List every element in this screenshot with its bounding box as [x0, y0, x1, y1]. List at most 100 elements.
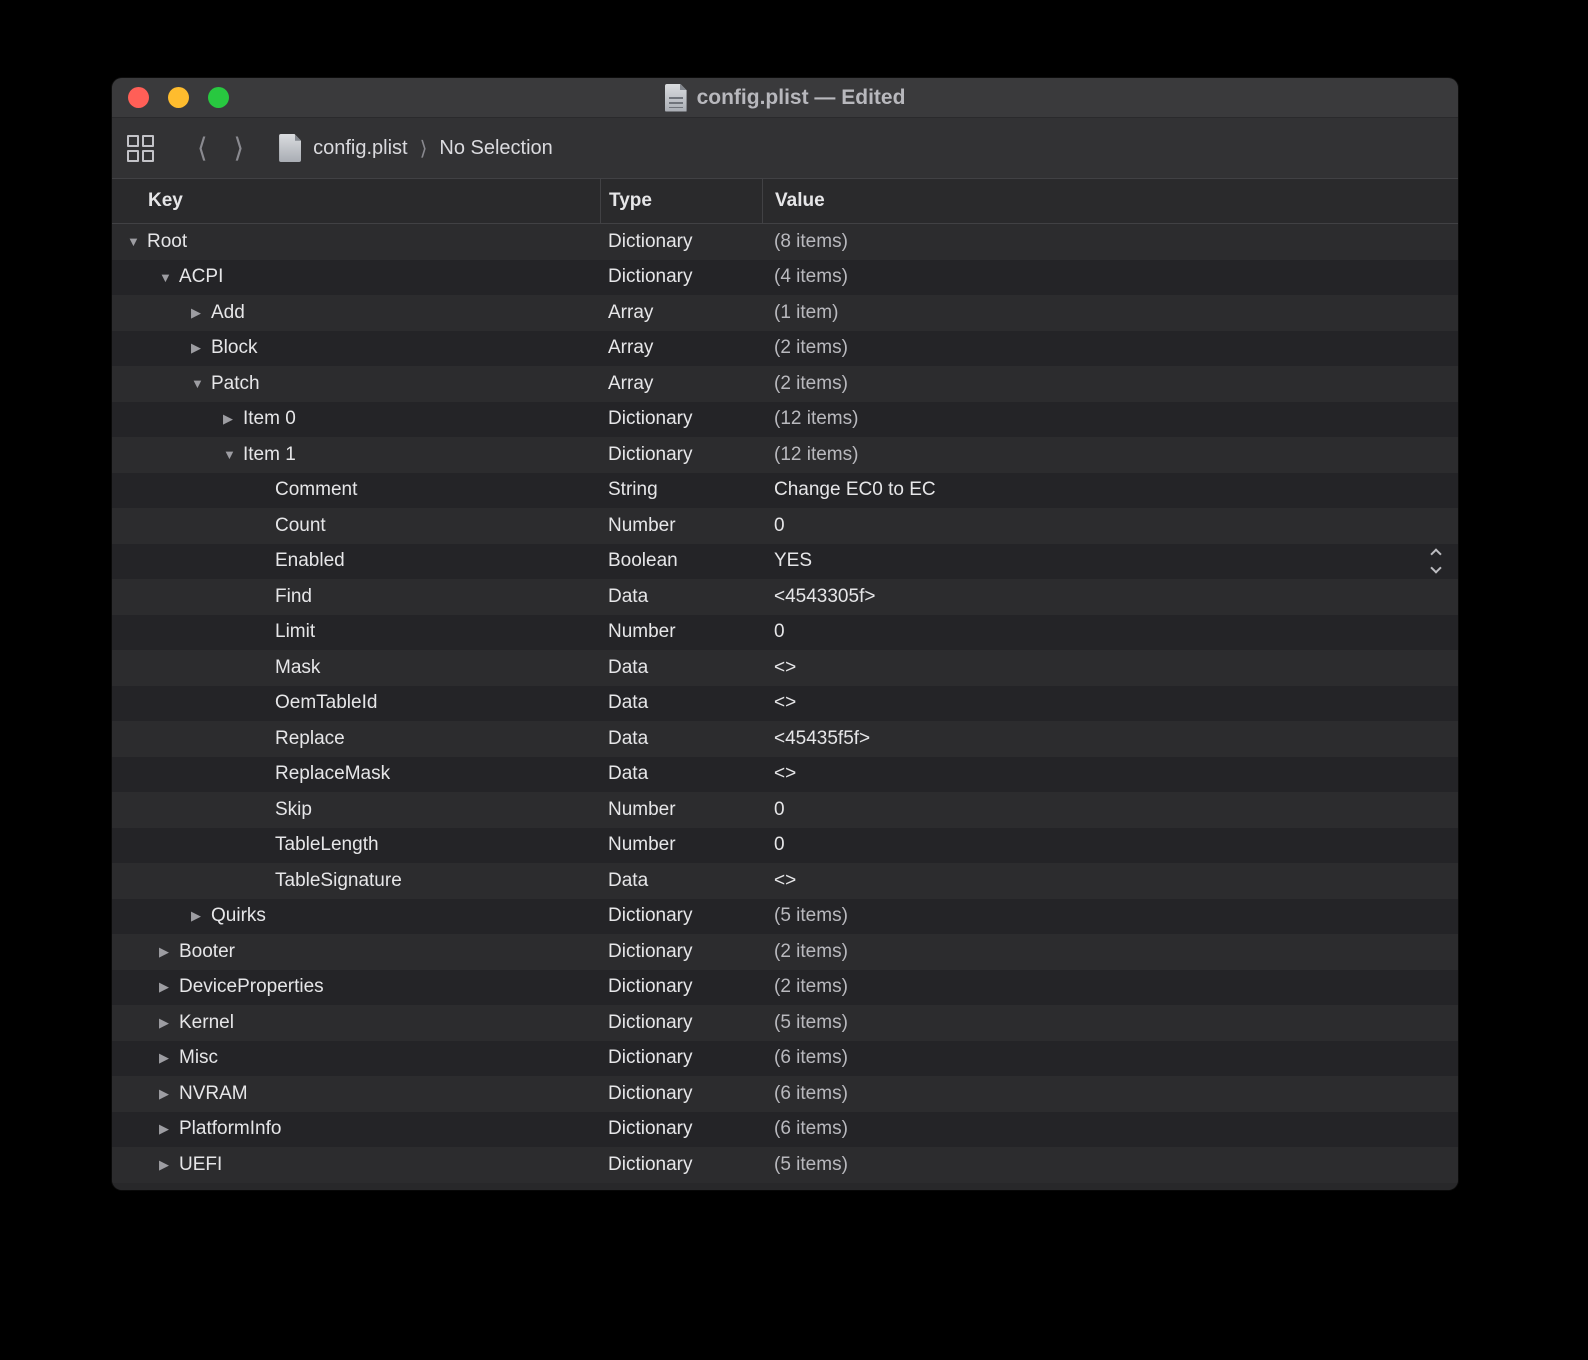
key-cell: ▼ Item 1 — [112, 437, 600, 473]
row-type: Data — [600, 721, 762, 757]
disclosure-triangle-icon[interactable]: ▶ — [191, 908, 211, 924]
value-cell: <> — [762, 650, 1458, 686]
disclosure-triangle-icon[interactable]: ▶ — [159, 1121, 179, 1137]
forward-icon[interactable]: ⟩ — [221, 135, 258, 162]
zoom-button[interactable] — [208, 87, 229, 108]
key-cell: Skip — [112, 792, 600, 828]
value-cell: 0 — [762, 828, 1458, 864]
table-row[interactable]: ▶ Misc Dictionary (6 items) — [112, 1041, 1458, 1077]
table-row[interactable]: ▶ Item 0 Dictionary (12 items) — [112, 402, 1458, 438]
row-key: Quirks — [211, 905, 266, 927]
disclosure-triangle-icon[interactable]: ▶ — [159, 944, 179, 960]
breadcrumb-separator-icon: ⟩ — [420, 136, 428, 161]
key-cell: ▶ Kernel — [112, 1005, 600, 1041]
value-cell: (4 items) — [762, 260, 1458, 296]
table-row[interactable]: ▼ Item 1 Dictionary (12 items) — [112, 437, 1458, 473]
disclosure-triangle-icon[interactable]: ▼ — [223, 447, 243, 462]
row-value: (2 items) — [774, 976, 848, 998]
related-items-icon[interactable] — [127, 135, 154, 162]
table-row[interactable]: Limit Number 0 — [112, 615, 1458, 651]
value-cell: (2 items) — [762, 934, 1458, 970]
row-type: Number — [600, 615, 762, 651]
key-cell: Enabled — [112, 544, 600, 580]
row-value: (12 items) — [774, 444, 858, 466]
table-row[interactable]: TableLength Number 0 — [112, 828, 1458, 864]
row-value: (6 items) — [774, 1083, 848, 1105]
disclosure-triangle-icon[interactable]: ▶ — [191, 305, 211, 321]
breadcrumb-selection[interactable]: No Selection — [439, 137, 552, 160]
table-row[interactable]: ▶ NVRAM Dictionary (6 items) — [112, 1076, 1458, 1112]
back-icon[interactable]: ⟨ — [184, 135, 221, 162]
table-row[interactable]: ▶ Kernel Dictionary (5 items) — [112, 1005, 1458, 1041]
table-row[interactable]: ▼ ACPI Dictionary (4 items) — [112, 260, 1458, 296]
key-cell: ▶ Add — [112, 295, 600, 331]
table-row[interactable]: Replace Data <45435f5f> — [112, 721, 1458, 757]
value-cell: (2 items) — [762, 970, 1458, 1006]
row-key: DeviceProperties — [179, 976, 324, 998]
table-row[interactable]: ReplaceMask Data <> — [112, 757, 1458, 793]
table-row[interactable]: OemTableId Data <> — [112, 686, 1458, 722]
column-header-type[interactable]: Type — [600, 179, 762, 223]
row-value: <> — [774, 870, 796, 892]
value-cell: (6 items) — [762, 1112, 1458, 1148]
traffic-lights — [128, 78, 229, 117]
row-value: YES — [774, 550, 812, 572]
table-row[interactable]: ▶ UEFI Dictionary (5 items) — [112, 1147, 1458, 1183]
minimize-button[interactable] — [168, 87, 189, 108]
table-row[interactable]: Enabled Boolean YES — [112, 544, 1458, 580]
table-row[interactable]: Find Data <4543305f> — [112, 579, 1458, 615]
row-type: Array — [600, 295, 762, 331]
row-key: Mask — [275, 657, 320, 679]
row-type: Dictionary — [600, 437, 762, 473]
row-key: Item 1 — [243, 444, 296, 466]
key-cell: TableLength — [112, 828, 600, 864]
row-type: Dictionary — [600, 1041, 762, 1077]
row-value: <> — [774, 692, 796, 714]
disclosure-triangle-icon[interactable]: ▶ — [191, 340, 211, 356]
disclosure-triangle-icon[interactable]: ▶ — [159, 1050, 179, 1066]
row-type: Dictionary — [600, 402, 762, 438]
column-header-key[interactable]: Key — [112, 179, 600, 223]
disclosure-triangle-icon[interactable]: ▶ — [159, 979, 179, 995]
value-cell: (1 item) — [762, 295, 1458, 331]
row-type: Dictionary — [600, 224, 762, 260]
disclosure-triangle-icon[interactable]: ▼ — [191, 376, 211, 391]
disclosure-triangle-icon[interactable]: ▶ — [159, 1015, 179, 1031]
table-row[interactable]: ▶ Add Array (1 item) — [112, 295, 1458, 331]
row-type: Dictionary — [600, 934, 762, 970]
breadcrumb-file[interactable]: config.plist — [313, 137, 408, 160]
key-cell: ▶ Item 0 — [112, 402, 600, 438]
table-row[interactable]: ▼ Patch Array (2 items) — [112, 366, 1458, 402]
disclosure-triangle-icon[interactable]: ▼ — [127, 234, 147, 249]
title-bar[interactable]: config.plist — Edited — [112, 78, 1458, 118]
table-row[interactable]: ▶ Quirks Dictionary (5 items) — [112, 899, 1458, 935]
plist-editor-window: config.plist — Edited ⟨ ⟩ config.plist ⟩… — [112, 78, 1458, 1190]
table-row[interactable]: ▶ PlatformInfo Dictionary (6 items) — [112, 1112, 1458, 1148]
table-row[interactable]: ▶ DeviceProperties Dictionary (2 items) — [112, 970, 1458, 1006]
table-row[interactable]: Skip Number 0 — [112, 792, 1458, 828]
table-row[interactable]: ▶ Booter Dictionary (2 items) — [112, 934, 1458, 970]
row-value: (4 items) — [774, 266, 848, 288]
row-key: ReplaceMask — [275, 763, 390, 785]
table-row[interactable]: TableSignature Data <> — [112, 863, 1458, 899]
boolean-stepper[interactable] — [1432, 550, 1440, 572]
row-key: Comment — [275, 479, 357, 501]
value-cell: <> — [762, 863, 1458, 899]
disclosure-triangle-icon[interactable]: ▼ — [159, 270, 179, 285]
jump-bar: ⟨ ⟩ config.plist ⟩ No Selection — [112, 118, 1458, 178]
close-button[interactable] — [128, 87, 149, 108]
table-row[interactable]: Mask Data <> — [112, 650, 1458, 686]
table-row[interactable]: Comment String Change EC0 to EC — [112, 473, 1458, 509]
column-header-value[interactable]: Value — [762, 179, 1458, 223]
window-title: config.plist — Edited — [697, 86, 906, 110]
table-row[interactable]: Count Number 0 — [112, 508, 1458, 544]
disclosure-triangle-icon[interactable]: ▶ — [223, 411, 243, 427]
table-row[interactable]: ▼ Root Dictionary (8 items) — [112, 224, 1458, 260]
row-type: Dictionary — [600, 1147, 762, 1183]
disclosure-triangle-icon[interactable]: ▶ — [159, 1086, 179, 1102]
table-row[interactable]: ▶ Block Array (2 items) — [112, 331, 1458, 367]
key-cell: ▶ Block — [112, 331, 600, 367]
row-value: <4543305f> — [774, 586, 875, 608]
row-key: OemTableId — [275, 692, 377, 714]
disclosure-triangle-icon[interactable]: ▶ — [159, 1157, 179, 1173]
